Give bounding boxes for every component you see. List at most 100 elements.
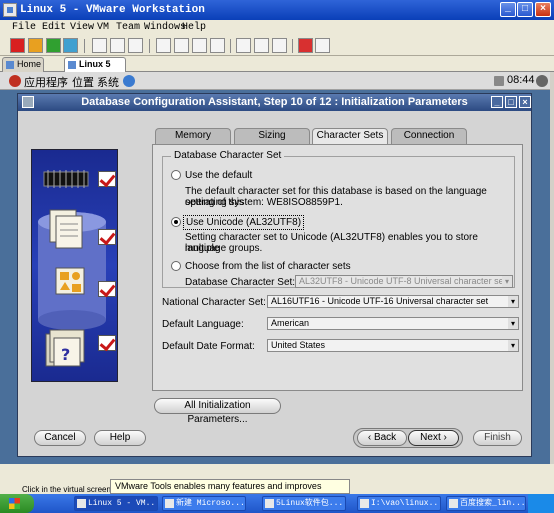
suspend-icon[interactable] — [28, 38, 43, 53]
finish-button[interactable]: Finish — [473, 430, 522, 446]
start-button[interactable] — [0, 494, 34, 513]
dbca-maximize-button[interactable]: □ — [505, 96, 517, 108]
menu-edit[interactable]: Edit — [42, 22, 66, 33]
db-charset-label: Database Character Set: — [185, 277, 296, 288]
db-charset-select: AL32UTF8 - Unicode UTF-8 Universal chara… — [295, 275, 513, 288]
tab-memory[interactable]: Memory — [155, 128, 231, 144]
dbca-close-button[interactable]: × — [519, 96, 531, 108]
radio-use-default-label[interactable]: Use the default — [185, 170, 252, 181]
date-format-select[interactable]: United States ▾ — [267, 339, 519, 352]
radio-choose-from-list-label[interactable]: Choose from the list of character sets — [185, 261, 351, 272]
date-format-value: United States — [271, 340, 326, 350]
unity-icon[interactable] — [254, 38, 269, 53]
database-character-set-group: Database Character Set Use the default T… — [162, 150, 515, 288]
task-word-label: 新建 Microso... — [176, 499, 245, 508]
dbca-minimize-button[interactable]: _ — [491, 96, 503, 108]
system-menu[interactable]: 系统 — [97, 74, 119, 90]
task-vmware[interactable]: Linux 5 - VM... — [74, 496, 158, 511]
task-browser-label: 百度搜索_lin... — [460, 499, 526, 508]
tab-sizing[interactable]: Sizing — [234, 128, 310, 144]
tab-home[interactable]: Home — [2, 57, 44, 72]
cancel-button[interactable]: Cancel — [34, 430, 86, 446]
snapshot-icon[interactable] — [92, 38, 107, 53]
vmware-toolbar — [0, 36, 554, 56]
group-legend: Database Character Set — [171, 150, 285, 161]
task-word[interactable]: 新建 Microso... — [162, 496, 246, 511]
power-off-icon[interactable] — [10, 38, 25, 53]
default-language-label: Default Language: — [162, 319, 244, 330]
browser-task-icon — [449, 499, 458, 508]
checkmark-icon — [98, 171, 116, 187]
menu-help[interactable]: Help — [182, 22, 206, 33]
tab-connection-mode[interactable]: Connection Mode — [391, 128, 467, 155]
use-default-description: operating system: WE8ISO8859P1. — [185, 197, 343, 208]
task-browser[interactable]: 百度搜索_lin... — [446, 496, 526, 511]
next-button[interactable]: Next › — [408, 430, 459, 446]
radio-choose-from-list[interactable] — [171, 261, 181, 271]
console-icon[interactable] — [210, 38, 225, 53]
chevron-down-icon: ▾ — [502, 276, 512, 287]
dbca-title-bar: Database Configuration Assistant, Step 1… — [18, 94, 531, 111]
toolbar-separator — [230, 39, 231, 53]
task-folder[interactable]: 5Linux软件包... — [262, 496, 346, 511]
network-icon — [494, 76, 504, 86]
tab-linux5-label: Linux 5 — [79, 59, 111, 69]
character-sets-pane: Database Character Set Use the default T… — [152, 144, 523, 391]
national-charset-label: National Character Set: — [162, 297, 266, 308]
power-on-icon[interactable] — [46, 38, 61, 53]
help-button[interactable]: Help — [94, 430, 146, 446]
menu-windows[interactable]: Windows — [144, 22, 186, 33]
summary-icon[interactable] — [192, 38, 207, 53]
full-screen-icon[interactable] — [236, 38, 251, 53]
revert-icon[interactable] — [110, 38, 125, 53]
menu-vm[interactable]: VM — [97, 22, 109, 33]
applications-menu[interactable]: 应用程序 — [24, 74, 68, 90]
chevron-down-icon: ▾ — [508, 340, 518, 351]
toolbar-separator — [84, 39, 85, 53]
default-language-select[interactable]: American ▾ — [267, 317, 519, 330]
replay-icon[interactable] — [315, 38, 330, 53]
gnome-top-panel: 应用程序 位置 系统 08:44 — [0, 72, 550, 90]
national-charset-select[interactable]: AL16UTF16 - Unicode UTF-16 Universal cha… — [267, 295, 519, 308]
back-button[interactable]: ‹ Back — [357, 430, 407, 446]
maximize-button[interactable]: □ — [517, 2, 533, 17]
tab-home-label: Home — [17, 59, 42, 69]
volume-icon[interactable] — [536, 75, 548, 87]
fit-guest-icon[interactable] — [272, 38, 287, 53]
snapshot-manager-icon[interactable] — [128, 38, 143, 53]
task-vmware-label: Linux 5 - VM... — [88, 499, 158, 508]
close-button[interactable]: × — [535, 2, 551, 17]
checkmark-icon — [98, 281, 116, 297]
task-explorer[interactable]: I:\vao\linux... — [357, 496, 441, 511]
sidebar-icon[interactable] — [156, 38, 171, 53]
radio-use-default[interactable] — [171, 170, 181, 180]
radio-use-unicode[interactable] — [171, 217, 181, 227]
windows-taskbar: Linux 5 - VM... 新建 Microso... 5Linux软件包.… — [0, 494, 554, 513]
vm-icon — [68, 61, 76, 69]
quick-switch-icon[interactable] — [174, 38, 189, 53]
menu-file[interactable]: File — [12, 22, 36, 33]
menu-view[interactable]: View — [70, 22, 94, 33]
browser-icon[interactable] — [123, 75, 135, 87]
places-menu[interactable]: 位置 — [72, 74, 94, 90]
wizard-illustration: ? — [31, 149, 118, 382]
national-charset-value: AL16UTF16 - Unicode UTF-16 Universal cha… — [271, 296, 489, 306]
reset-icon[interactable] — [63, 38, 78, 53]
system-tray — [528, 494, 554, 513]
panel-clock: 08:44 — [507, 74, 535, 86]
svg-text:?: ? — [61, 345, 70, 364]
checkmark-icon — [98, 335, 116, 351]
minimize-button[interactable]: _ — [500, 2, 516, 17]
tab-linux5[interactable]: Linux 5 × — [64, 57, 126, 79]
vmware-window-title: Linux 5 - VMware Workstation — [20, 4, 205, 16]
dbca-title: Database Configuration Assistant, Step 1… — [81, 96, 468, 108]
tab-character-sets[interactable]: Character Sets — [312, 128, 388, 145]
radio-use-unicode-label[interactable]: Use Unicode (AL32UTF8) — [183, 215, 305, 230]
menu-team[interactable]: Team — [116, 22, 140, 33]
all-init-params-button[interactable]: All Initialization Parameters... — [154, 398, 281, 425]
task-explorer-label: I:\vao\linux... — [371, 499, 441, 508]
vmware-app-icon — [3, 3, 17, 17]
record-icon[interactable] — [298, 38, 313, 53]
vmware-task-icon — [77, 499, 86, 508]
date-format-label: Default Date Format: — [162, 341, 255, 352]
